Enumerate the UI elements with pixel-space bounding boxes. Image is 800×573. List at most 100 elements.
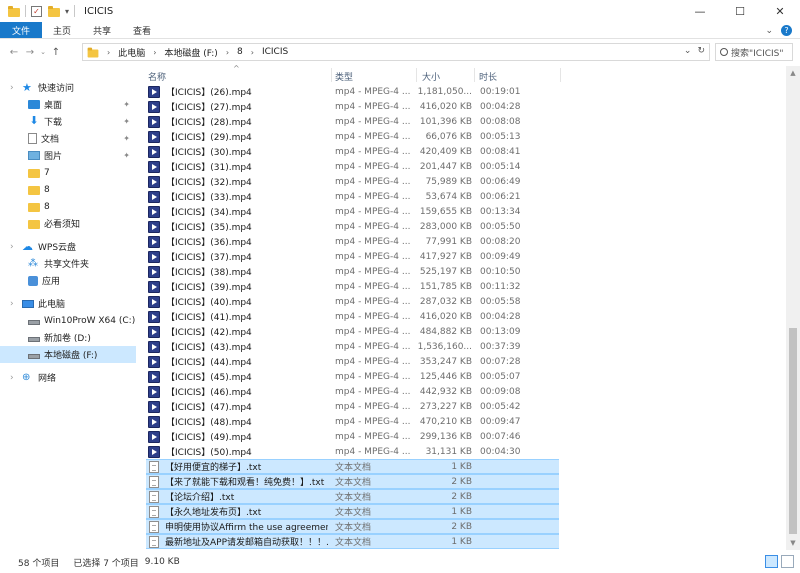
- breadcrumb-this-pc[interactable]: 此电脑: [118, 46, 145, 59]
- nav-item[interactable]: 必看须知: [0, 215, 136, 232]
- file-row[interactable]: 【ICICIS】(34).mp4 mp4 - MPEG-4 ... 159,655 …: [146, 204, 559, 219]
- file-size: 77,991 KB: [425, 236, 472, 247]
- file-duration: 00:06:49: [480, 176, 521, 187]
- expand-chevron-icon[interactable]: ›: [10, 83, 14, 93]
- file-row[interactable]: 【ICICIS】(27).mp4 mp4 - MPEG-4 ... 416,020 …: [146, 99, 559, 114]
- scroll-up-icon[interactable]: ▲: [786, 66, 800, 80]
- nav-item[interactable]: › ☁ WPS云盘: [0, 238, 136, 255]
- file-row[interactable]: 【来了就能下载和观看！纯免费！】.txt 文本文档 2 KB: [146, 474, 559, 489]
- nav-item[interactable]: ⁂ 共享文件夹: [0, 255, 136, 272]
- tab-view[interactable]: 查看: [122, 22, 162, 38]
- column-name[interactable]: 名称: [148, 70, 166, 83]
- nav-item-label: 网络: [38, 374, 57, 384]
- file-row[interactable]: 【ICICIS】(29).mp4 mp4 - MPEG-4 ... 66,076 K…: [146, 129, 559, 144]
- file-row[interactable]: 【好用便宜的梯子】.txt 文本文档 1 KB: [146, 459, 559, 474]
- video-file-icon: [148, 445, 160, 458]
- column-duration[interactable]: 时长: [479, 70, 497, 83]
- scrollbar-thumb[interactable]: [789, 328, 797, 534]
- up-arrow-icon[interactable]: ↑: [48, 47, 64, 58]
- nav-item[interactable]: 桌面 ✦: [0, 96, 136, 113]
- scroll-down-icon[interactable]: ▼: [786, 536, 800, 550]
- file-row[interactable]: 【ICICIS】(38).mp4 mp4 - MPEG-4 ... 525,197 …: [146, 264, 559, 279]
- nav-item[interactable]: 8: [0, 181, 136, 198]
- file-row[interactable]: 【ICICIS】(37).mp4 mp4 - MPEG-4 ... 417,927 …: [146, 249, 559, 264]
- file-type: mp4 - MPEG-4 ...: [335, 431, 411, 442]
- tab-share[interactable]: 共享: [82, 22, 122, 38]
- file-row[interactable]: 【ICICIS】(45).mp4 mp4 - MPEG-4 ... 125,446 …: [146, 369, 559, 384]
- file-row[interactable]: 【ICICIS】(40).mp4 mp4 - MPEG-4 ... 287,032 …: [146, 294, 559, 309]
- file-row[interactable]: 【ICICIS】(35).mp4 mp4 - MPEG-4 ... 283,000 …: [146, 219, 559, 234]
- address-bar[interactable]: › 此电脑 › 本地磁盘 (F:) › 8 › ICICIS ⌄ ↻: [82, 43, 710, 61]
- nav-item[interactable]: 8: [0, 198, 136, 215]
- nav-item[interactable]: 新加卷 (D:): [0, 329, 136, 346]
- close-button[interactable]: ✕: [760, 0, 800, 22]
- column-type[interactable]: 类型: [335, 70, 353, 83]
- file-row[interactable]: 【永久地址发布页】.txt 文本文档 1 KB: [146, 504, 559, 519]
- file-row[interactable]: 【ICICIS】(28).mp4 mp4 - MPEG-4 ... 101,396 …: [146, 114, 559, 129]
- file-row[interactable]: 【ICICIS】(33).mp4 mp4 - MPEG-4 ... 53,674 K…: [146, 189, 559, 204]
- expand-chevron-icon[interactable]: ›: [10, 373, 14, 383]
- nav-item[interactable]: Win10ProW X64 (C:): [0, 312, 136, 329]
- file-type: 文本文档: [335, 493, 372, 503]
- file-row[interactable]: 【ICICIS】(49).mp4 mp4 - MPEG-4 ... 299,136 …: [146, 429, 559, 444]
- nav-item[interactable]: › ⊕ 网络: [0, 369, 136, 386]
- vertical-scrollbar[interactable]: ▲ ▼: [786, 66, 800, 550]
- column-size[interactable]: 大小: [422, 70, 440, 83]
- address-dropdown-icon[interactable]: ⌄: [684, 46, 692, 56]
- file-row[interactable]: 【ICICIS】(43).mp4 mp4 - MPEG-4 ... 1,536,16…: [146, 339, 559, 354]
- expand-chevron-icon[interactable]: ›: [10, 242, 14, 252]
- file-row[interactable]: 【ICICIS】(50).mp4 mp4 - MPEG-4 ... 31,131 K…: [146, 444, 559, 459]
- forward-arrow-icon[interactable]: →: [22, 47, 38, 58]
- text-file-icon: [149, 520, 159, 533]
- file-row[interactable]: 【ICICIS】(36).mp4 mp4 - MPEG-4 ... 77,991 K…: [146, 234, 559, 249]
- minimize-button[interactable]: —: [680, 0, 720, 22]
- maximize-button[interactable]: ☐: [720, 0, 760, 22]
- nav-item[interactable]: 本地磁盘 (F:): [0, 346, 136, 363]
- customize-toolbar-icon[interactable]: ▾: [65, 7, 69, 16]
- file-row[interactable]: 【ICICIS】(30).mp4 mp4 - MPEG-4 ... 420,409 …: [146, 144, 559, 159]
- file-row[interactable]: 【ICICIS】(26).mp4 mp4 - MPEG-4 ... 1,181,05…: [146, 84, 559, 99]
- breadcrumb-icicis[interactable]: ICICIS: [262, 47, 288, 57]
- nav-item[interactable]: 7: [0, 164, 136, 181]
- nav-item[interactable]: › 此电脑: [0, 295, 136, 312]
- file-row[interactable]: 最新地址及APP请发邮箱自动获取！！！... 文本文档 1 KB: [146, 534, 559, 549]
- file-row[interactable]: 【ICICIS】(31).mp4 mp4 - MPEG-4 ... 201,447 …: [146, 159, 559, 174]
- file-row[interactable]: 【ICICIS】(41).mp4 mp4 - MPEG-4 ... 416,020 …: [146, 309, 559, 324]
- breadcrumb-folder-8[interactable]: 8: [237, 47, 243, 57]
- help-icon[interactable]: ?: [781, 25, 792, 36]
- file-name: 【永久地址发布页】.txt: [165, 508, 262, 518]
- file-size: 66,076 KB: [425, 131, 472, 142]
- recent-locations-chevron-icon[interactable]: ⌄: [38, 48, 48, 56]
- chevron-down-icon[interactable]: ⌄: [765, 26, 773, 36]
- file-row[interactable]: 申明使用协议Affirm the use agreemen... 文本文档 2 KB: [146, 519, 559, 534]
- search-box[interactable]: 搜索"ICICIS": [715, 43, 793, 61]
- file-row[interactable]: 【ICICIS】(42).mp4 mp4 - MPEG-4 ... 484,882 …: [146, 324, 559, 339]
- back-arrow-icon[interactable]: ←: [6, 47, 22, 58]
- file-row[interactable]: 【ICICIS】(39).mp4 mp4 - MPEG-4 ... 151,785 …: [146, 279, 559, 294]
- new-folder-icon[interactable]: [48, 5, 60, 17]
- nav-item[interactable]: 文档 ✦: [0, 130, 136, 147]
- file-row[interactable]: 【ICICIS】(48).mp4 mp4 - MPEG-4 ... 470,210 …: [146, 414, 559, 429]
- large-icons-view-icon[interactable]: [781, 555, 794, 568]
- nav-item[interactable]: ⬇ 下载 ✦: [0, 113, 136, 130]
- file-row[interactable]: 【ICICIS】(44).mp4 mp4 - MPEG-4 ... 353,247 …: [146, 354, 559, 369]
- breadcrumb-drive-f[interactable]: 本地磁盘 (F:): [164, 46, 217, 59]
- expand-chevron-icon[interactable]: ›: [10, 299, 14, 309]
- file-row[interactable]: 【论坛介绍】.txt 文本文档 2 KB: [146, 489, 559, 504]
- details-view-icon[interactable]: [765, 555, 778, 568]
- refresh-icon[interactable]: ↻: [697, 46, 705, 56]
- text-file-icon: [149, 505, 159, 518]
- tab-home[interactable]: 主页: [42, 22, 82, 38]
- title-bar: ✓ ▾ ICICIS — ☐ ✕: [0, 0, 800, 22]
- properties-icon[interactable]: ✓: [31, 5, 42, 17]
- file-duration: 00:04:30: [480, 446, 521, 457]
- nav-item-label: 新加卷 (D:): [44, 334, 91, 344]
- file-name: 【ICICIS】(30).mp4: [166, 148, 252, 158]
- nav-item[interactable]: 图片 ✦: [0, 147, 136, 164]
- nav-item[interactable]: › ★ 快速访问: [0, 79, 136, 96]
- nav-item[interactable]: 应用: [0, 272, 136, 289]
- file-row[interactable]: 【ICICIS】(32).mp4 mp4 - MPEG-4 ... 75,989 K…: [146, 174, 559, 189]
- tab-file[interactable]: 文件: [0, 22, 43, 38]
- file-row[interactable]: 【ICICIS】(46).mp4 mp4 - MPEG-4 ... 442,932 …: [146, 384, 559, 399]
- file-row[interactable]: 【ICICIS】(47).mp4 mp4 - MPEG-4 ... 273,227 …: [146, 399, 559, 414]
